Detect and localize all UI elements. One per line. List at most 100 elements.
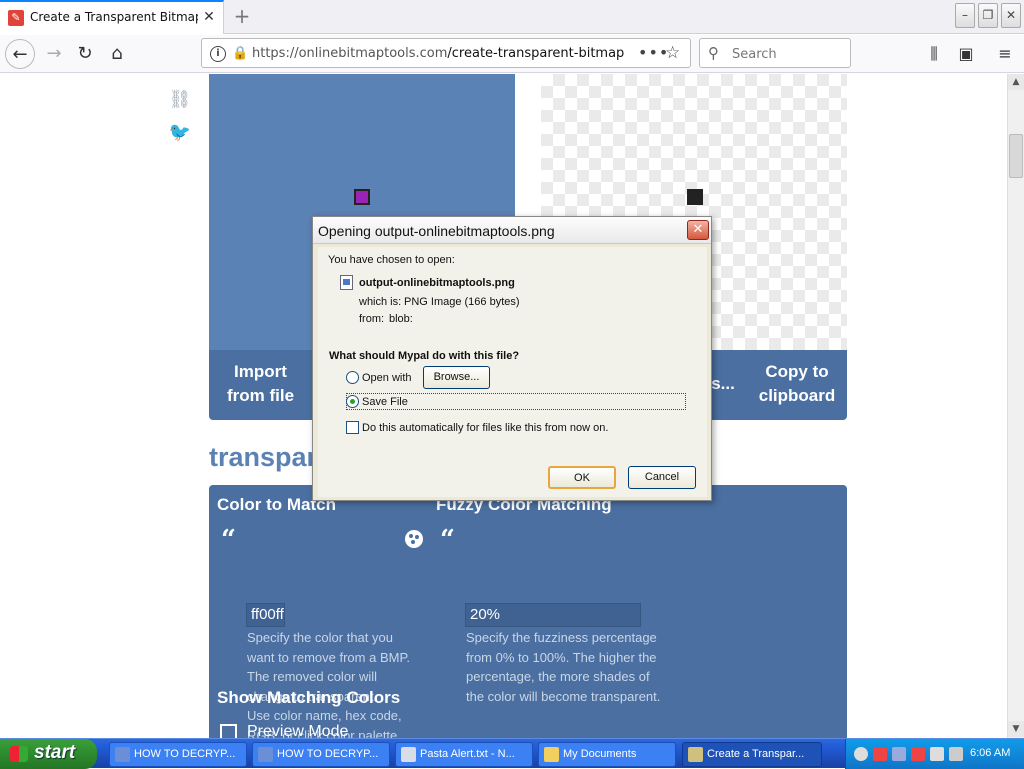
- wrench-favicon-icon: ✎: [8, 10, 24, 26]
- import-from-file-button[interactable]: Import from file: [209, 360, 312, 408]
- tab-create-transparent-bitmap[interactable]: ✎ Create a Transparent Bitmap - Onl ✕: [0, 0, 224, 34]
- options-panel: Color to Match “ ff00ff Specify the colo…: [209, 485, 847, 738]
- menu-icon[interactable]: ≡: [992, 41, 1018, 67]
- tab-bar: ✎ Create a Transparent Bitmap - Onl ✕ + …: [0, 0, 1024, 34]
- ok-button[interactable]: OK: [548, 466, 616, 489]
- clock[interactable]: 6:06 AM: [970, 747, 1010, 759]
- fuzzy-percentage-input[interactable]: 20%: [465, 603, 641, 627]
- desc-line: Specify the fuzziness percentage: [466, 630, 657, 645]
- info-icon[interactable]: i: [210, 46, 226, 62]
- back-arrow-icon[interactable]: ←: [5, 39, 35, 69]
- quote-icon: “: [440, 525, 455, 555]
- minimize-window-button[interactable]: –: [955, 3, 975, 28]
- bookmark-star-icon[interactable]: ☆: [665, 43, 680, 63]
- lock-icon[interactable]: 🔒: [232, 46, 248, 62]
- new-tab-icon[interactable]: +: [230, 4, 254, 28]
- from-label: from:: [359, 313, 385, 325]
- system-tray: 6:06 AM: [845, 739, 1024, 769]
- taskbar-item-how-to-decrypt-1[interactable]: HOW TO DECRYP...: [109, 742, 247, 767]
- browse-button[interactable]: Browse...: [423, 366, 490, 389]
- taskbar-item-pasta-alert[interactable]: Pasta Alert.txt - N...: [395, 742, 533, 767]
- open-with-label[interactable]: Open with: [362, 372, 412, 384]
- link-icon[interactable]: ⛓: [166, 89, 194, 113]
- quote-icon: “: [221, 525, 236, 555]
- preview-mode-label: Preview Mode: [247, 723, 349, 738]
- open-with-radio[interactable]: [346, 371, 359, 384]
- share-icon[interactable]: ⌃: [166, 74, 194, 88]
- start-label: start: [34, 742, 76, 763]
- input-bitmap-image: [354, 189, 370, 205]
- task-label: HOW TO DECRYP...: [277, 748, 379, 760]
- close-window-button[interactable]: ✕: [1001, 3, 1021, 28]
- url-bar[interactable]: i 🔒 https://onlinebitmaptools.com/create…: [201, 38, 691, 68]
- copy-label-line2: clipboard: [758, 386, 836, 405]
- twitter-icon[interactable]: 🐦: [166, 122, 194, 146]
- color-to-match-description: Specify the color that you want to remov…: [247, 628, 410, 738]
- url-path: /create-transparent-bitmap: [447, 46, 625, 61]
- security-alert-icon[interactable]: [911, 747, 925, 761]
- dialog-title-bar[interactable]: Opening output-onlinebitmaptools.png ✕: [313, 217, 711, 244]
- from-value: blob:: [389, 313, 413, 325]
- reload-icon[interactable]: ↻: [70, 39, 100, 69]
- url-host: https://onlinebitmaptools.com: [252, 46, 448, 61]
- desc-line: the color will become transparent.: [466, 688, 661, 704]
- auto-action-label[interactable]: Do this automatically for files like thi…: [362, 422, 608, 434]
- task-label: HOW TO DECRYP...: [134, 748, 236, 760]
- auto-action-checkbox[interactable]: [346, 421, 359, 434]
- security-alert-icon[interactable]: [873, 747, 887, 761]
- copy-label-line1: Copy to: [765, 362, 829, 381]
- save-as-button[interactable]: s...: [708, 372, 738, 396]
- dialog-intro: You have chosen to open:: [328, 254, 455, 266]
- preview-mode-checkbox[interactable]: [220, 724, 237, 738]
- desc-line: Specify the color that you: [247, 630, 393, 645]
- png-file-icon: [340, 275, 353, 290]
- scroll-down-icon[interactable]: ▼: [1008, 721, 1024, 737]
- dialog-body: You have chosen to open: output-onlinebi…: [318, 247, 707, 497]
- dialog-close-icon[interactable]: ✕: [687, 220, 709, 240]
- which-is-value: PNG Image (166 bytes): [404, 296, 520, 308]
- task-label: My Documents: [563, 748, 637, 760]
- windows-logo-icon: [10, 746, 28, 762]
- page-scrollbar[interactable]: ▲ ▼: [1007, 74, 1024, 738]
- save-file-label[interactable]: Save File: [362, 396, 408, 408]
- show-matching-colors-heading: Show Matching Colors: [217, 688, 401, 707]
- import-label-line1: Import: [234, 362, 287, 381]
- task-label: Pasta Alert.txt - N...: [420, 748, 515, 760]
- taskbar-item-my-documents[interactable]: My Documents: [538, 742, 676, 767]
- network-icon[interactable]: [892, 747, 906, 761]
- dialog-filename: output-onlinebitmaptools.png: [359, 277, 515, 289]
- desc-line: want to remove from a BMP.: [247, 649, 411, 665]
- search-icon: ⚲: [708, 44, 719, 62]
- home-icon[interactable]: ⌂: [102, 39, 132, 69]
- search-placeholder: Search: [732, 47, 777, 62]
- tab-close-icon[interactable]: ✕: [201, 9, 217, 25]
- output-bitmap-image: [687, 189, 703, 205]
- taskbar-item-how-to-decrypt-2[interactable]: HOW TO DECRYP...: [252, 742, 390, 767]
- dialog-question: What should Mypal do with this file?: [329, 350, 520, 362]
- tray-expand-icon[interactable]: [854, 747, 868, 761]
- safely-remove-icon[interactable]: [930, 747, 944, 761]
- navigation-toolbar: ← → ↻ ⌂ i 🔒 https://onlinebitmaptools.co…: [0, 35, 1024, 73]
- volume-icon[interactable]: [949, 747, 963, 761]
- url-text[interactable]: https://onlinebitmaptools.com/create-tra…: [252, 46, 624, 61]
- ie-icon: [258, 747, 273, 762]
- ie-icon: [115, 747, 130, 762]
- color-palette-icon[interactable]: [405, 530, 423, 548]
- desc-line: percentage, the more shades of: [466, 669, 650, 685]
- forward-arrow-icon[interactable]: →: [39, 39, 69, 69]
- start-button[interactable]: start: [0, 739, 97, 769]
- library-icon[interactable]: ⫼: [921, 41, 947, 67]
- save-as-label: s...: [711, 374, 735, 393]
- save-file-radio[interactable]: [346, 395, 359, 408]
- taskbar-item-create-transparent[interactable]: Create a Transpar...: [682, 742, 822, 767]
- fuzzy-description: Specify the fuzziness percentage from 0%…: [466, 628, 660, 706]
- copy-to-clipboard-button[interactable]: Copy to clipboard: [747, 360, 847, 408]
- file-open-dialog: Opening output-onlinebitmaptools.png ✕ Y…: [312, 216, 712, 501]
- restore-window-button[interactable]: ❐: [978, 3, 998, 28]
- color-to-match-input[interactable]: ff00ff: [246, 603, 285, 627]
- search-input[interactable]: ⚲ Search: [699, 38, 851, 68]
- scroll-thumb[interactable]: [1009, 134, 1023, 178]
- scroll-up-icon[interactable]: ▲: [1008, 74, 1024, 90]
- cancel-button[interactable]: Cancel: [628, 466, 696, 489]
- sidebar-icon[interactable]: ▣: [953, 41, 979, 67]
